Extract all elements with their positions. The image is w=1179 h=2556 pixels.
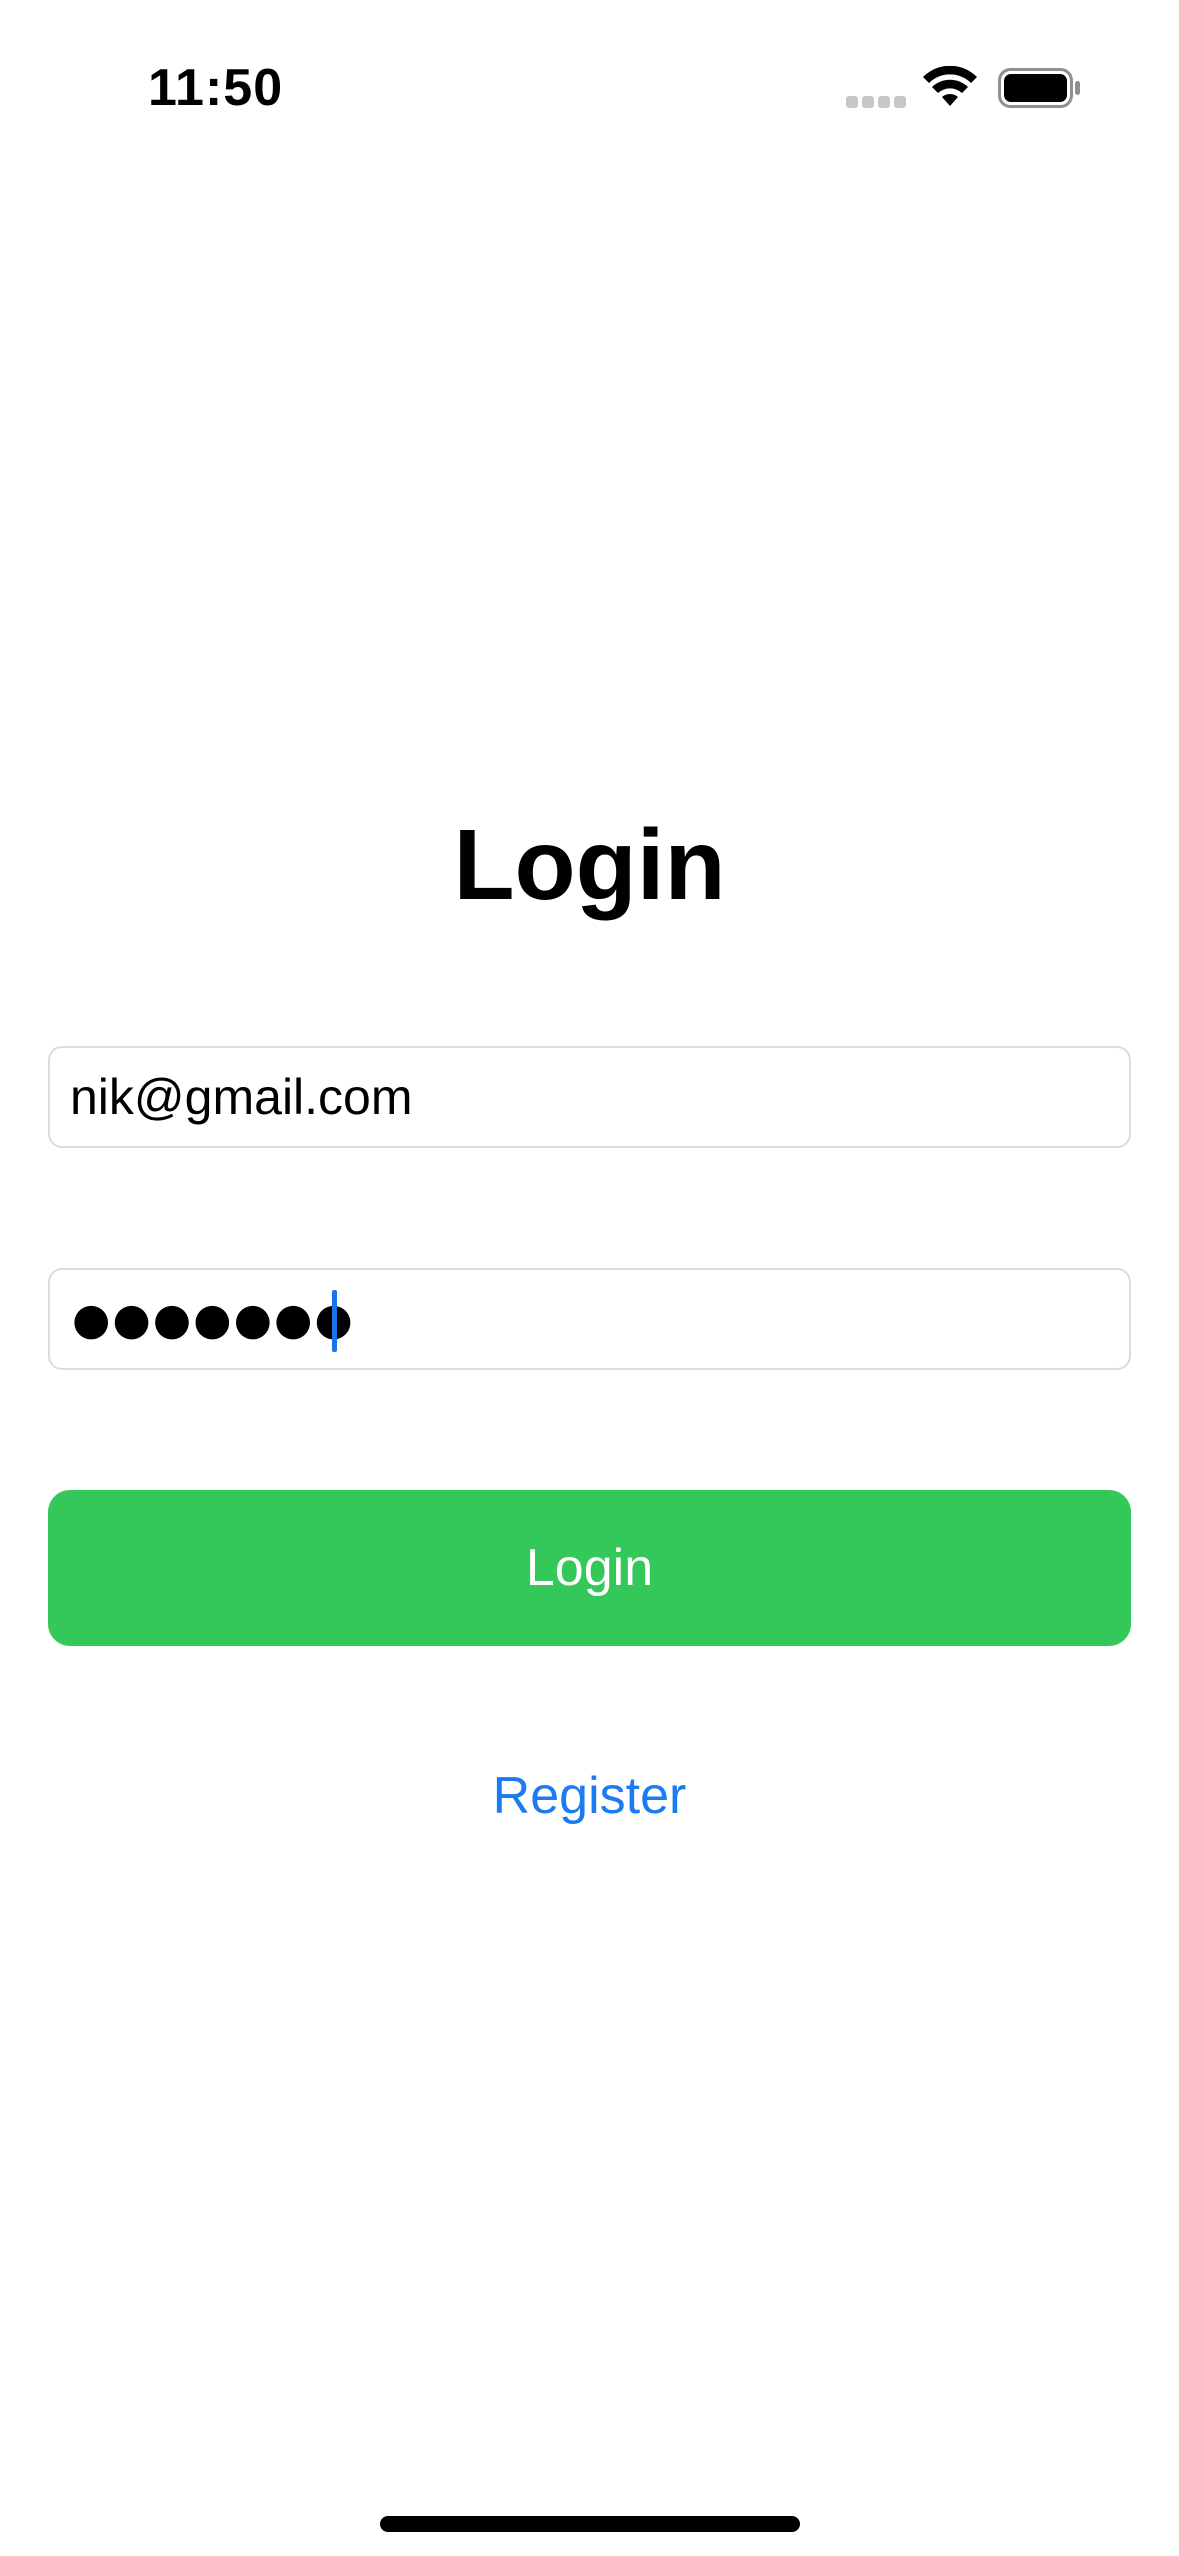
password-input[interactable]: ●●●●●●● [72,1270,355,1368]
home-indicator[interactable] [380,2516,800,2532]
status-time: 11:50 [148,59,284,117]
status-bar: 11:50 [0,0,1179,170]
password-field[interactable]: ●●●●●●● [48,1268,1131,1370]
login-screen: 11:50 Login ●●●●●●● Login Register [0,0,1179,2556]
email-input[interactable] [50,1048,1129,1146]
email-field[interactable] [48,1046,1131,1148]
register-link[interactable]: Register [0,1766,1179,1826]
text-cursor [332,1290,337,1352]
battery-icon [998,68,1080,108]
page-title: Login [453,809,726,921]
cellular-signal-icon [846,96,906,108]
wifi-icon [923,66,977,106]
login-button[interactable]: Login [48,1490,1131,1646]
